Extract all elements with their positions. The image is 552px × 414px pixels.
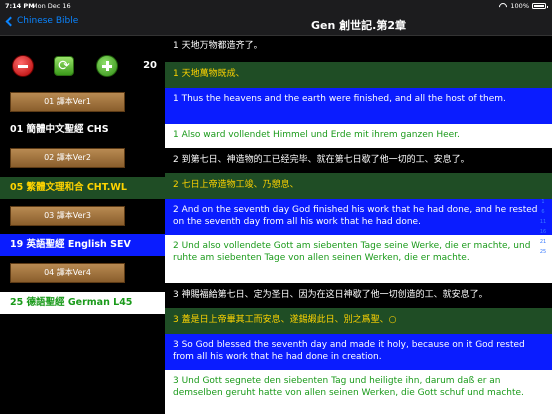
status-right: 100%	[499, 2, 548, 10]
verse-row[interactable]: 1 天地萬物既成、	[165, 62, 552, 88]
version-1-button[interactable]: 01 譯本Ver1	[10, 92, 125, 112]
remove-version-button[interactable]	[12, 55, 34, 77]
battery-icon	[532, 3, 548, 9]
verse-row[interactable]: 2 And on the seventh day God finished hi…	[165, 199, 552, 235]
verse-row[interactable]: 1 天地万物都造齐了。	[165, 37, 552, 61]
scroll-index-item[interactable]: 6	[536, 207, 550, 217]
scroll-index[interactable]: 1 6 11 16 21 25	[536, 197, 550, 257]
battery-percent: 100%	[510, 2, 529, 10]
scroll-index-item[interactable]: 25	[536, 247, 550, 257]
control-row: 20	[0, 55, 165, 79]
status-date: Mon Dec 16	[32, 2, 71, 10]
sidebar: 20 01 譯本Ver1 01 簡體中文聖經 CHS 02 譯本Ver2 05 …	[0, 37, 165, 414]
scroll-index-item[interactable]: 11	[536, 217, 550, 227]
add-version-button[interactable]	[96, 55, 118, 77]
verse-row[interactable]: 3 神賜福給第七日、定为圣日、因为在这日神歇了他一切创造的工、就安息了。	[165, 283, 552, 307]
version-3-button[interactable]: 03 譯本Ver3	[10, 206, 125, 226]
verse-row[interactable]: 2 七日上帝造物工竣、乃憩息、	[165, 173, 552, 199]
version-3-name: 19 英語聖經 English SEV	[0, 234, 165, 256]
wifi-icon	[499, 3, 507, 9]
status-time: 7:14 PM	[5, 2, 35, 10]
version-4-button[interactable]: 04 譯本Ver4	[10, 263, 125, 283]
verse-row[interactable]: 2 Und also vollendete Gott am siebenten …	[165, 235, 552, 283]
font-size-count: 20	[143, 60, 157, 71]
back-button[interactable]: Chinese Bible	[4, 16, 78, 26]
verse-row[interactable]: 1 Also ward vollendet Himmel und Erde mi…	[165, 124, 552, 148]
verse-row[interactable]: 2 到第七日、神造物的工已经完毕、就在第七日歇了他一切的工、安息了。	[165, 148, 552, 172]
version-2-button[interactable]: 02 譯本Ver2	[10, 148, 125, 168]
scroll-index-item[interactable]: 1	[536, 197, 550, 207]
chevron-left-icon	[5, 16, 16, 26]
version-2-name: 05 繁體文理和合 CHT.WL	[0, 177, 165, 199]
verse-row[interactable]: 1 Thus the heavens and the earth were fi…	[165, 88, 552, 124]
back-label: Chinese Bible	[17, 16, 79, 26]
verse-row[interactable]: 3 蓋是日上帝畢其工而安息、遂錫嘏此日、別之爲聖、○	[165, 308, 552, 334]
refresh-button[interactable]	[54, 56, 74, 76]
page-title: Gen 創世記.第2章	[311, 19, 406, 32]
battery-fill	[534, 5, 544, 7]
verse-list[interactable]: 1 天地万物都造齐了。 1 天地萬物既成、 1 Thus the heavens…	[165, 37, 552, 414]
status-bar: 7:14 PM Mon Dec 16 100%	[0, 0, 552, 12]
version-4-name: 25 德語聖經 German L45	[0, 292, 165, 314]
version-1-name: 01 簡體中文聖經 CHS	[0, 119, 165, 141]
scroll-index-item[interactable]: 16	[536, 227, 550, 237]
verse-row[interactable]: 3 So God blessed the seventh day and mad…	[165, 334, 552, 370]
scroll-index-item[interactable]: 21	[536, 237, 550, 247]
verse-row[interactable]: 3 Und Gott segnete den siebenten Tag und…	[165, 370, 552, 414]
nav-bar: Chinese Bible Gen 創世記.第2章	[0, 12, 552, 36]
